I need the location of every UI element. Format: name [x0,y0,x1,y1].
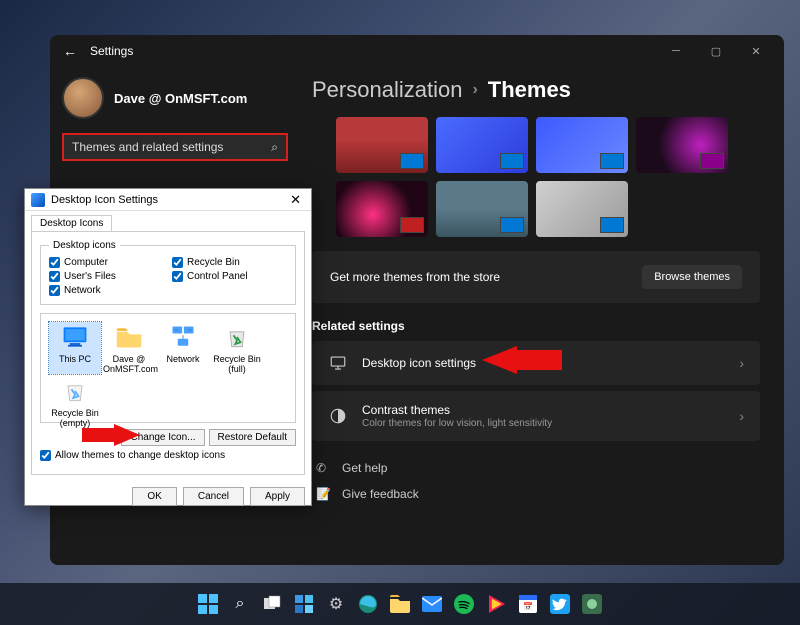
calendar-icon[interactable]: 📅 [515,591,541,617]
row-title: Desktop icon settings [362,356,476,370]
related-settings-title: Related settings [312,319,760,333]
icon-recycle-full[interactable]: Recycle Bin (full) [211,322,263,374]
main-pane: Personalization › Themes Get more themes… [300,67,784,565]
dialog-title: Desktop Icon Settings [51,194,158,206]
icon-network[interactable]: Network [157,322,209,374]
dialog-body: Desktop icons Computer Recycle Bin User'… [31,231,305,475]
fieldset-legend: Desktop icons [49,240,120,251]
edge-icon[interactable] [355,591,381,617]
store-label: Get more themes from the store [330,270,500,284]
feedback-icon: 📝 [316,487,332,501]
window-controls: ─ ▢ ✕ [656,37,776,65]
restore-default-button[interactable]: Restore Default [209,429,296,446]
desktop-icons-fieldset: Desktop icons Computer Recycle Bin User'… [40,240,296,305]
checkbox-network[interactable]: Network [49,285,164,296]
close-button[interactable]: ✕ [736,37,776,65]
checkbox-allow-themes[interactable]: Allow themes to change desktop icons [40,450,296,461]
settings-icon[interactable]: ⚙ [323,591,349,617]
search-input[interactable]: Themes and related settings ⌕ [62,133,288,161]
row-title: Contrast themes [362,403,552,417]
spotify-icon[interactable] [451,591,477,617]
store-row: Get more themes from the store Browse th… [312,251,760,303]
help-icon: ✆ [316,461,332,475]
icon-preview-box: This PC Dave @ OnMSFT.com Network Recycl… [40,313,296,423]
dialog-titlebar: Desktop Icon Settings ✕ [25,189,311,211]
breadcrumb: Personalization › Themes [312,77,760,103]
apply-button[interactable]: Apply [250,487,305,506]
theme-option[interactable] [536,181,628,237]
explorer-icon[interactable] [387,591,413,617]
theme-option[interactable] [536,117,628,173]
svg-text:📅: 📅 [523,601,533,611]
user-name: Dave @ OnMSFT.com [114,91,247,106]
annotation-arrow [482,346,562,374]
checkbox-control-panel[interactable]: Control Panel [172,271,287,282]
theme-option[interactable] [436,181,528,237]
maximize-button[interactable]: ▢ [696,37,736,65]
icon-user-folder[interactable]: Dave @ OnMSFT.com [103,322,155,374]
avatar [62,77,104,119]
tab-desktop-icons[interactable]: Desktop Icons [31,215,112,231]
icon-this-pc[interactable]: This PC [49,322,101,374]
dialog-tabs: Desktop Icons [25,211,311,231]
desktop-icon [328,353,348,373]
twitter-icon[interactable] [547,591,573,617]
theme-option[interactable] [336,181,428,237]
contrast-themes-row[interactable]: Contrast themes Color themes for low vis… [312,391,760,441]
theme-option[interactable] [436,117,528,173]
get-help-link[interactable]: ✆ Get help [312,455,760,481]
minimize-button[interactable]: ─ [656,37,696,65]
chevron-right-icon: › [472,81,477,99]
user-row[interactable]: Dave @ OnMSFT.com [62,77,288,119]
play-icon[interactable] [483,591,509,617]
contrast-icon [328,406,348,426]
titlebar: ← Settings ─ ▢ ✕ [50,35,784,67]
desktop-icon-settings-dialog: Desktop Icon Settings ✕ Desktop Icons De… [24,188,312,506]
task-view-icon[interactable] [259,591,285,617]
search-value: Themes and related settings [72,140,223,154]
start-button[interactable] [195,591,221,617]
checkbox-recycle-bin[interactable]: Recycle Bin [172,257,287,268]
theme-option[interactable] [336,117,428,173]
taskbar-search-icon[interactable]: ⌕ [227,591,253,617]
back-button[interactable]: ← [58,43,82,59]
theme-grid [336,117,760,237]
widgets-icon[interactable] [291,591,317,617]
mail-icon[interactable] [419,591,445,617]
dialog-icon [31,193,45,207]
chevron-right-icon: › [739,355,744,371]
breadcrumb-current: Themes [488,77,571,103]
cancel-button[interactable]: Cancel [183,487,244,506]
dialog-footer: OK Cancel Apply [25,481,311,512]
checkbox-computer[interactable]: Computer [49,257,164,268]
browse-themes-button[interactable]: Browse themes [642,265,742,289]
checkbox-users-files[interactable]: User's Files [49,271,164,282]
desktop-icon-settings-row[interactable]: Desktop icon settings › [312,341,760,385]
taskbar: ⌕ ⚙ 📅 [0,583,800,625]
annotation-arrow [82,424,140,446]
theme-option[interactable] [636,117,728,173]
search-icon: ⌕ [271,140,278,155]
icon-recycle-empty[interactable]: Recycle Bin (empty) [49,376,101,428]
app-icon[interactable] [579,591,605,617]
close-button[interactable]: ✕ [286,192,305,208]
breadcrumb-parent[interactable]: Personalization [312,77,462,103]
row-subtitle: Color themes for low vision, light sensi… [362,418,552,429]
app-title: Settings [90,44,133,58]
ok-button[interactable]: OK [132,487,176,506]
chevron-right-icon: › [739,408,744,424]
give-feedback-link[interactable]: 📝 Give feedback [312,481,760,507]
